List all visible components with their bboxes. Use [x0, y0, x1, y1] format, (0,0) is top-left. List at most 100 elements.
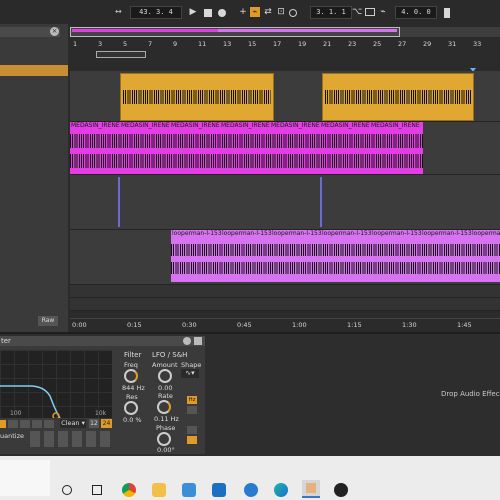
filter-graph[interactable]: 100 10k: [0, 350, 112, 418]
lowpass-icon[interactable]: [0, 420, 6, 428]
punch-out-icon[interactable]: ⌁: [378, 7, 388, 17]
slope-24-button[interactable]: 24: [101, 419, 112, 428]
notch-icon[interactable]: [32, 420, 42, 428]
bar-number: 15: [248, 40, 257, 48]
overview-mini-clips: [72, 29, 397, 32]
clip-label: MEDASIN_IRENE: [321, 122, 370, 129]
draw-mode-icon[interactable]: [444, 8, 450, 18]
mail-icon[interactable]: [212, 483, 226, 497]
rate-knob[interactable]: [157, 400, 171, 414]
empty-track[interactable]: [70, 285, 500, 298]
res-label: Res: [126, 393, 138, 401]
res-value[interactable]: 0.0 %: [123, 416, 142, 424]
bar-number: 9: [173, 40, 178, 48]
quantize-label: uantize: [0, 432, 24, 440]
spin-toggle[interactable]: [187, 426, 197, 434]
time-label: 1:30: [402, 321, 417, 329]
filter-curve: [0, 385, 61, 418]
add-icon[interactable]: +: [238, 7, 248, 17]
loop-length-display[interactable]: 4. 0. 0: [395, 6, 437, 19]
close-icon[interactable]: ×: [50, 27, 59, 36]
audio-track-4[interactable]: looperman-l-153 looperman-l-153 looperma…: [70, 230, 500, 285]
empty-track[interactable]: [70, 298, 500, 311]
capture-icon[interactable]: [289, 9, 297, 17]
shape-select[interactable]: ∿▾: [181, 369, 199, 378]
song-position-display[interactable]: 43. 3. 4: [130, 6, 182, 19]
bar-ruler[interactable]: 1 3 5 7 9 11 13 15 17 19 21 23 25 27 29 …: [70, 39, 500, 49]
phase-label: Phase: [156, 424, 176, 432]
quantize-steps[interactable]: [30, 431, 112, 447]
time-ruler[interactable]: 0:00 0:15 0:30 0:45 1:00 1:15 1:30 1:45: [70, 318, 500, 331]
freq-knob[interactable]: [124, 369, 138, 383]
save-preset-icon[interactable]: [194, 337, 202, 345]
taskbar-search-box[interactable]: [0, 460, 50, 496]
audio-track-2[interactable]: MEDASIN_IRENE MEDASIN_IRENE MEDASIN_IREN…: [70, 122, 500, 175]
time-label: 0:30: [182, 321, 197, 329]
amount-knob[interactable]: [158, 369, 172, 383]
lfo-title: LFO / S&H: [152, 351, 188, 359]
audio-track-3[interactable]: [70, 175, 500, 230]
audio-track-1[interactable]: [70, 71, 500, 122]
bar-number: 31: [448, 40, 457, 48]
audio-clip[interactable]: looperman-l-153 looperman-l-153 looperma…: [171, 230, 500, 282]
chrome-icon[interactable]: [122, 483, 136, 497]
audio-clip-marker[interactable]: [320, 177, 322, 227]
device-panel: ter 100 10k Clean ▾ 12 24 uantize Filter: [0, 334, 500, 456]
cortana-icon[interactable]: [62, 485, 72, 495]
audio-clip[interactable]: MEDASIN_IRENE MEDASIN_IRENE MEDASIN_IREN…: [70, 122, 423, 174]
overview-strip[interactable]: [70, 27, 500, 37]
freq-value[interactable]: 844 Hz: [122, 384, 145, 392]
session-record-icon[interactable]: ⊡: [276, 7, 286, 17]
time-label: 0:45: [237, 321, 252, 329]
play-icon[interactable]: ▶: [188, 7, 198, 17]
edge-icon[interactable]: [274, 483, 288, 497]
audio-clip[interactable]: [322, 73, 474, 121]
app-icon[interactable]: [244, 483, 258, 497]
record-icon[interactable]: [218, 9, 226, 17]
hz-toggle[interactable]: Hz: [187, 396, 197, 404]
device-title-bar: ter: [0, 336, 205, 346]
loop-switch-icon[interactable]: [365, 8, 375, 16]
clip-label: looperman-l-153: [372, 230, 422, 237]
clip-label: MEDASIN_IRENE: [121, 122, 170, 129]
rate-value[interactable]: 0.11 Hz: [154, 415, 179, 423]
clip-label: MEDASIN_IRENE: [271, 122, 320, 129]
task-view-icon[interactable]: [92, 485, 102, 495]
automation-arm-icon[interactable]: ⌁: [250, 7, 260, 17]
punch-in-icon[interactable]: ⌥: [352, 7, 362, 17]
bitwarden-icon[interactable]: [334, 483, 348, 497]
file-explorer-icon[interactable]: [152, 483, 166, 497]
time-label: 1:00: [292, 321, 307, 329]
sync-toggle[interactable]: [187, 406, 197, 414]
res-knob[interactable]: [124, 401, 138, 415]
ableton-icon[interactable]: [302, 480, 320, 498]
power-icon[interactable]: [183, 337, 191, 345]
circuit-select[interactable]: Clean ▾: [60, 419, 86, 428]
raw-button[interactable]: Raw: [38, 316, 58, 326]
bandpass-icon[interactable]: [20, 420, 30, 428]
audio-clip[interactable]: [120, 73, 274, 121]
highpass-icon[interactable]: [8, 420, 18, 428]
clip-label: looperman-l-153: [422, 230, 472, 237]
phase-knob[interactable]: [157, 432, 171, 446]
bar-number: 23: [348, 40, 357, 48]
loop-brace[interactable]: [96, 51, 146, 58]
loop-start-display[interactable]: 3. 1. 1: [310, 6, 352, 19]
morph-icon[interactable]: [44, 420, 54, 428]
amount-value[interactable]: 0.00: [158, 384, 172, 392]
freq-axis-label: 100: [10, 410, 22, 417]
phase-value[interactable]: 0.00°: [157, 446, 175, 454]
bar-number: 21: [323, 40, 332, 48]
overdub-icon[interactable]: ⇄: [263, 7, 273, 17]
stop-icon[interactable]: [204, 9, 212, 17]
filter-type-buttons[interactable]: [0, 420, 62, 428]
tempo-nudge-icon[interactable]: ↔: [115, 8, 127, 16]
retrigger-toggle[interactable]: [187, 436, 197, 444]
time-label: 0:00: [72, 321, 87, 329]
bar-number: 3: [98, 40, 103, 48]
slope-12-button[interactable]: 12: [89, 419, 99, 428]
transport-bar: ↔ 43. 3. 4 ▶ + ⌁ ⇄ ⊡ 3. 1. 1 ⌥ ⌁ 4. 0. 0: [0, 0, 500, 25]
selected-item[interactable]: [0, 65, 68, 76]
audio-clip-marker[interactable]: [118, 177, 120, 227]
store-icon[interactable]: [182, 483, 196, 497]
